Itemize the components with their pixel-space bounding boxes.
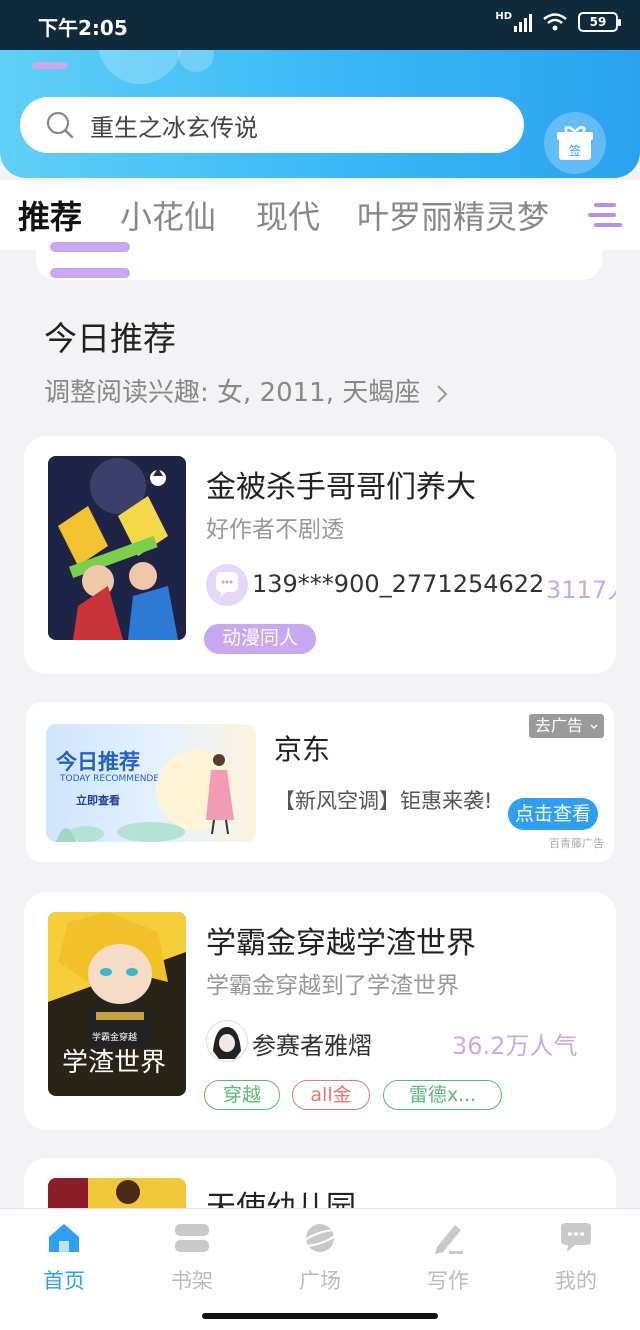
home-indicator[interactable] <box>202 1313 438 1319</box>
chat-bubble-icon <box>561 1223 591 1252</box>
tab-xiaohuaxian[interactable]: 小花仙 <box>120 192 216 238</box>
wifi-icon <box>543 13 567 31</box>
book-cover-title: 学渣世界 <box>62 1048 167 1078</box>
status-bar: 下午2:05 HD 59 <box>0 0 640 50</box>
author-avatar <box>206 564 248 606</box>
genre-tag[interactable]: 雷德x... <box>383 1080 502 1110</box>
pencil-icon <box>435 1225 463 1254</box>
ad-image: 今日推荐 TODAY RECOMMENDED 立即查看 <box>46 724 256 842</box>
book-title: 学霸金穿越学渣世界 <box>206 926 476 961</box>
author-name: 139***900_2771254622 <box>252 570 545 598</box>
book-card[interactable]: 学霸金穿越 学渣世界 学霸金穿越学渣世界 学霸金穿越到了学渣世界 参赛者雅熠 3… <box>24 892 616 1130</box>
genre-tag[interactable]: all金 <box>292 1080 370 1110</box>
section-title: 今日推荐 <box>44 319 176 358</box>
book-description: 好作者不剧透 <box>206 517 344 543</box>
gift-sign-icon: 签 <box>557 126 593 160</box>
nav-me-label: 我的 <box>555 1269 597 1293</box>
nav-home[interactable]: 首页 <box>0 1221 128 1295</box>
ad-cta-button[interactable]: 点击查看 <box>508 798 598 830</box>
svg-text:签: 签 <box>569 143 581 158</box>
popularity-count: 36.2万人气 <box>452 1032 578 1060</box>
network-type-icon: HD <box>495 10 512 22</box>
nav-plaza-label: 广场 <box>299 1269 341 1293</box>
nav-bookshelf[interactable]: 书架 <box>128 1221 256 1295</box>
ad-brand: 京东 <box>274 733 331 766</box>
nav-home-label: 首页 <box>43 1269 85 1293</box>
chevron-right-icon <box>436 384 447 403</box>
ad-description: 【新风空调】钜惠来袭! <box>274 789 493 813</box>
search-input[interactable]: 重生之冰玄传说 <box>90 108 258 143</box>
tab-modern[interactable]: 现代 <box>256 192 320 238</box>
interest-settings-label: 调整阅读兴趣: 女, 2011, 天蝎座 <box>44 378 421 408</box>
author-avatar <box>206 1020 248 1062</box>
search-bar[interactable]: 重生之冰玄传说 <box>20 97 524 153</box>
tab-recommend[interactable]: 推荐 <box>18 192 82 238</box>
author-name: 参赛者雅熠 <box>252 1032 372 1060</box>
nav-write-label: 写作 <box>427 1269 469 1293</box>
book-title: 金被杀手哥哥们养大 <box>206 470 476 505</box>
book-card[interactable]: 金被杀手哥哥们养大 好作者不剧透 139***900_2771254622 31… <box>24 436 616 674</box>
signal-icon <box>514 12 532 32</box>
bookshelf-icon <box>175 1224 209 1252</box>
previous-card-peek <box>36 240 602 280</box>
menu-icon[interactable] <box>588 200 622 230</box>
interest-settings-link[interactable]: 调整阅读兴趣: 女, 2011, 天蝎座 <box>44 372 449 409</box>
book-description: 学霸金穿越到了学渣世界 <box>206 973 459 999</box>
planet-icon <box>301 1224 339 1252</box>
home-icon <box>49 1224 79 1252</box>
genre-tag[interactable]: 穿越 <box>204 1080 280 1110</box>
status-time: 下午2:05 <box>38 16 128 40</box>
nav-write[interactable]: 写作 <box>384 1221 512 1295</box>
book-cover: 学霸金穿越 学渣世界 <box>48 912 186 1096</box>
book-cover <box>48 456 186 640</box>
ad-source: 百青藤广告 <box>549 837 604 850</box>
bottom-nav: 首页 书架 广场 写作 我的 <box>0 1208 640 1330</box>
nav-plaza[interactable]: 广场 <box>256 1221 384 1295</box>
nav-bookshelf-label: 书架 <box>171 1269 213 1293</box>
tab-yeluoli[interactable]: 叶罗丽精灵梦 <box>357 192 549 238</box>
search-icon <box>46 111 74 139</box>
ad-card[interactable]: 今日推荐 TODAY RECOMMENDED 立即查看 京东 【新风空调】钜惠来… <box>26 702 614 862</box>
tab-indicator <box>32 62 68 69</box>
chevron-down-icon <box>590 724 598 729</box>
popularity-count: 3117人气 <box>546 576 616 604</box>
genre-tag[interactable]: 动漫同人 <box>204 624 316 654</box>
remove-ad-button[interactable]: 去广告 <box>528 714 604 738</box>
sign-in-button[interactable]: 签 <box>544 112 606 174</box>
battery-icon: 59 <box>578 12 621 32</box>
remove-ad-label: 去广告 <box>534 716 583 735</box>
nav-me[interactable]: 我的 <box>512 1221 640 1295</box>
